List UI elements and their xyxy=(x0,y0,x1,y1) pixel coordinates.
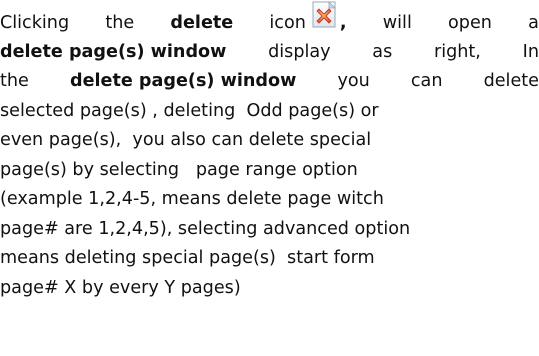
paragraph-line-3: the delete page(s) window you can delete xyxy=(0,67,539,97)
word: the xyxy=(0,71,29,91)
word: as xyxy=(372,41,393,62)
icon-group: icon , xyxy=(269,1,347,39)
delete-page-icon xyxy=(310,1,340,30)
paragraph-line-5: even page(s), you also can delete specia… xyxy=(0,130,372,150)
paragraph-line-8: page# are 1,2,4,5), selecting advanced o… xyxy=(0,218,411,239)
word: display xyxy=(268,41,331,62)
word: delete xyxy=(483,71,539,91)
word-bold: delete xyxy=(170,13,234,33)
word: can xyxy=(410,71,443,91)
word: open xyxy=(448,13,492,33)
paragraph-line-4: selected page(s) , deleting Odd page(s) … xyxy=(0,100,379,121)
word: will xyxy=(382,13,412,33)
term-bold: delete page(s) window xyxy=(0,41,227,62)
word: In xyxy=(522,41,539,62)
word: the xyxy=(105,13,135,33)
word: a xyxy=(528,13,539,33)
word: right, xyxy=(433,41,481,62)
word: you xyxy=(337,71,370,91)
paragraph-line-2: delete page(s) window display as right, … xyxy=(0,38,539,68)
paragraph-line-6: page(s) by selecting page range option xyxy=(0,159,358,180)
paragraph-line-9: means deleting special page(s) start for… xyxy=(0,248,375,268)
word: Clicking xyxy=(0,13,70,33)
paragraph-line-10: page# X by every Y pages) xyxy=(0,277,241,298)
paragraph-line-1: Clicking the delete icon , will open a xyxy=(0,1,539,39)
term-bold: delete page(s) window xyxy=(69,71,297,91)
document-body: Clicking the delete icon , will open a d… xyxy=(0,0,539,356)
paragraph-line-7: (example 1,2,4-5, means delete page witc… xyxy=(0,189,384,209)
